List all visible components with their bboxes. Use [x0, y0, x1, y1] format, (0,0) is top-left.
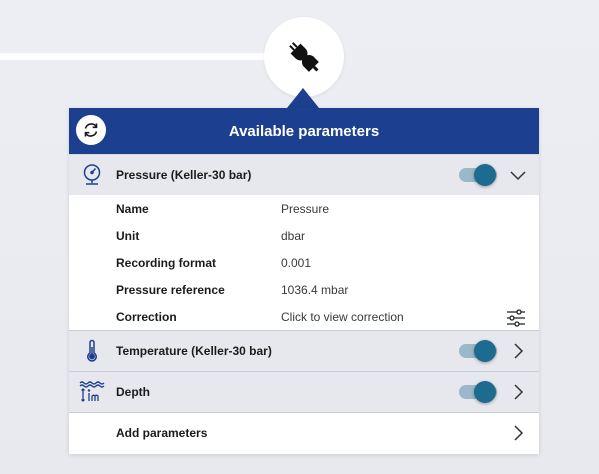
add-parameters-label: Add parameters	[116, 425, 208, 440]
chevron-right-icon[interactable]	[509, 383, 527, 401]
connection-status-button[interactable]	[264, 17, 344, 97]
gauge-icon	[79, 162, 105, 188]
detail-key: Recording format	[116, 256, 217, 270]
detail-key: Name	[116, 202, 149, 216]
depth-icon	[79, 379, 105, 405]
parameter-row-pressure[interactable]: Pressure (Keller-30 bar)	[69, 154, 539, 195]
panel-title: Available parameters	[228, 122, 380, 140]
pressure-details: Name Pressure Unit dbar Recording format…	[69, 195, 539, 330]
detail-value: Pressure	[281, 202, 330, 216]
thermometer-icon	[79, 338, 105, 364]
detail-value: 1036.4 mbar	[281, 283, 349, 297]
sliders-icon[interactable]	[505, 307, 527, 329]
parameter-row-temperature[interactable]: Temperature (Keller-30 bar)	[69, 330, 539, 371]
parameter-row-depth[interactable]: Depth	[69, 371, 539, 412]
parameter-toggle-pressure[interactable]	[459, 164, 497, 186]
parameter-toggle-temperature[interactable]	[459, 340, 497, 362]
refresh-icon	[84, 123, 98, 137]
available-parameters-panel: Available parameters Pressure (Keller-30…	[69, 108, 539, 454]
chevron-down-icon[interactable]	[509, 166, 527, 184]
panel-header: Available parameters	[69, 108, 539, 154]
refresh-button[interactable]	[76, 115, 106, 145]
detail-row-name: Name Pressure	[69, 195, 539, 222]
chevron-right-icon[interactable]	[509, 342, 527, 360]
detail-key: Unit	[116, 229, 140, 243]
parameter-label: Pressure (Keller-30 bar)	[116, 168, 252, 182]
add-parameters-row[interactable]: Add parameters	[69, 412, 539, 452]
detail-row-recording-format: Recording format 0.001	[69, 249, 539, 276]
parameter-label: Depth	[116, 385, 150, 399]
parameter-label: Temperature (Keller-30 bar)	[116, 344, 272, 358]
detail-row-correction: Correction Click to view correction	[69, 303, 539, 330]
detail-value: 0.001	[281, 256, 312, 270]
detail-row-pressure-reference: Pressure reference 1036.4 mbar	[69, 276, 539, 303]
plug-connected-icon	[289, 42, 319, 72]
view-correction-link[interactable]: Click to view correction	[281, 310, 404, 324]
detail-value: dbar	[281, 229, 306, 243]
chevron-right-icon[interactable]	[509, 424, 527, 442]
panel-pointer	[287, 88, 319, 108]
connection-line	[0, 53, 280, 60]
detail-row-unit: Unit dbar	[69, 222, 539, 249]
parameter-toggle-depth[interactable]	[459, 381, 497, 403]
detail-key: Correction	[116, 310, 177, 324]
detail-key: Pressure reference	[116, 283, 225, 297]
